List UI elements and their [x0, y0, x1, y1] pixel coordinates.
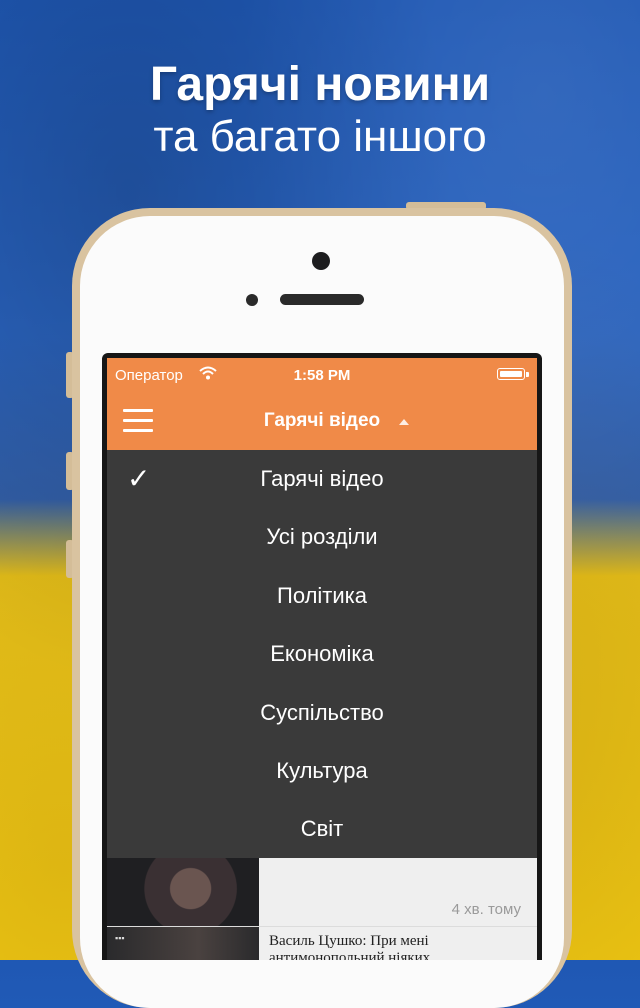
status-bar: Оператор 1:58 PM — [107, 358, 537, 392]
menu-item-culture[interactable]: Культура — [107, 742, 537, 800]
caret-up-icon[interactable] — [399, 419, 409, 425]
menu-item-hot-video[interactable]: ✓ Гарячі відео — [107, 450, 537, 508]
proximity-sensor — [246, 294, 258, 306]
news-time-ago: 4 хв. тому — [451, 901, 521, 918]
nav-title-dropdown[interactable]: Гарячі відео — [107, 410, 537, 432]
promo-headline: Гарячі новини та багато іншого — [0, 58, 640, 162]
list-item[interactable]: ▪▪▪ Василь Цушко: При мені антимонопольн… — [107, 927, 537, 960]
battery-icon — [497, 368, 529, 380]
phone-screen: Оператор 1:58 PM Гарячі відео ✓ Гарячі в… — [102, 353, 542, 960]
check-icon: ✓ — [127, 463, 151, 494]
menu-item-society[interactable]: Суспільство — [107, 684, 537, 742]
menu-item-politics[interactable]: Політика — [107, 567, 537, 625]
menu-item-label: Світ — [300, 816, 344, 842]
front-camera — [312, 252, 330, 270]
news-title: Василь Цушко: При мені антимонопольний н… — [269, 933, 431, 960]
menu-item-label: Економіка — [270, 641, 374, 667]
menu-item-label: Усі розділи — [266, 524, 378, 550]
menu-item-label: Гарячі відео — [260, 466, 384, 491]
headline-line2: та багато іншого — [153, 112, 487, 161]
menu-item-world[interactable]: Світ — [107, 800, 537, 858]
menu-item-label: Культура — [276, 757, 368, 783]
menu-item-all-sections[interactable]: Усі розділи — [107, 508, 537, 566]
news-thumbnail — [107, 858, 259, 926]
menu-item-label: Політика — [277, 582, 367, 608]
headline-line1: Гарячі новини — [149, 58, 491, 111]
status-time: 1:58 PM — [293, 367, 351, 384]
menu-item-economy[interactable]: Економіка — [107, 625, 537, 683]
menu-item-label: Суспільство — [260, 699, 384, 725]
news-thumbnail: ▪▪▪ — [107, 927, 259, 960]
app-view: Оператор 1:58 PM Гарячі відео ✓ Гарячі в… — [107, 358, 537, 960]
news-list: 4 хв. тому ▪▪▪ Василь Цушко: При мені ан… — [107, 858, 537, 960]
nav-bar: Гарячі відео — [107, 392, 537, 450]
list-item[interactable]: 4 хв. тому — [107, 858, 537, 927]
thumbnail-watermark: ▪▪▪ — [115, 933, 125, 943]
category-menu: ✓ Гарячі відео Усі розділи Політика Екон… — [107, 450, 537, 858]
earpiece-speaker — [280, 294, 364, 305]
